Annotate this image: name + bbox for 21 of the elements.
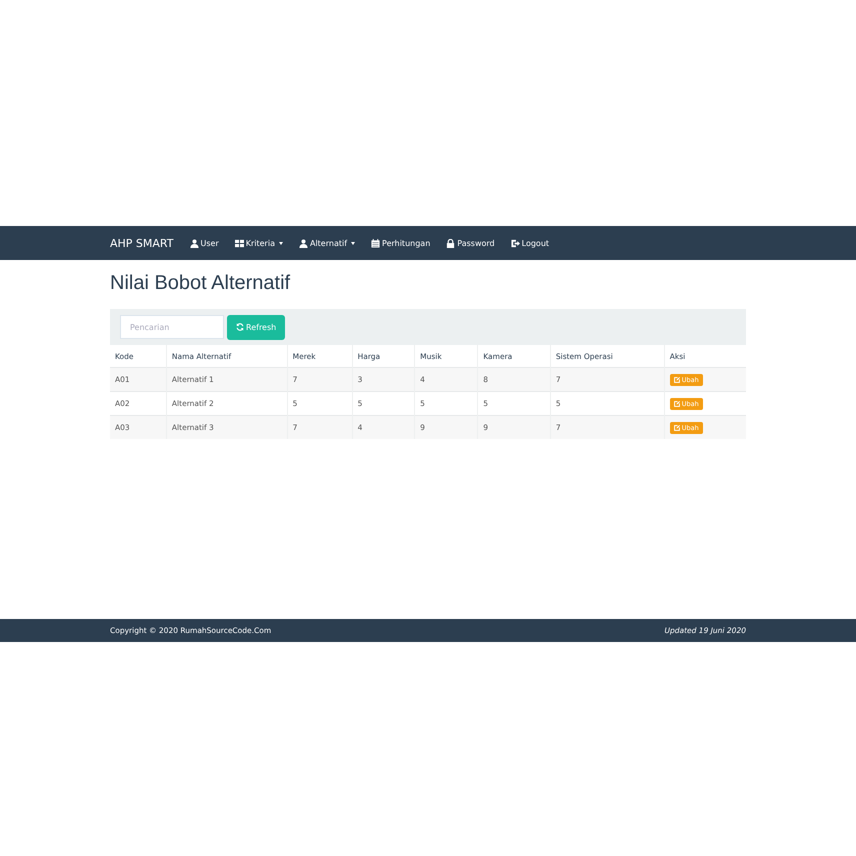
- caret-icon: [278, 242, 283, 244]
- caret-icon: [351, 242, 356, 244]
- lock-icon: [446, 238, 456, 248]
- edit-icon: [674, 400, 680, 406]
- nav-link[interactable]: Logout: [510, 236, 550, 250]
- nav-link[interactable]: Perhitungan: [371, 236, 430, 250]
- user-icon: [298, 238, 308, 248]
- grid-icon: [234, 238, 244, 248]
- nav-link[interactable]: User: [190, 236, 219, 250]
- nav-link[interactable]: Alternatif: [298, 236, 356, 250]
- edit-icon: [674, 424, 680, 430]
- refresh-icon: [236, 323, 244, 331]
- nav-link[interactable]: Kriteria: [234, 236, 283, 250]
- calendar-icon: [371, 238, 380, 248]
- logout-icon: [510, 238, 520, 248]
- edit-icon: [674, 376, 680, 382]
- brand-link[interactable]: AHP SMART: [110, 236, 174, 250]
- page-title: Nilai Bobot Alternatif: [110, 272, 292, 295]
- user-icon: [190, 238, 198, 248]
- nav-link[interactable]: Password: [446, 236, 495, 250]
- search-field[interactable]: Pencarian: [120, 315, 224, 339]
